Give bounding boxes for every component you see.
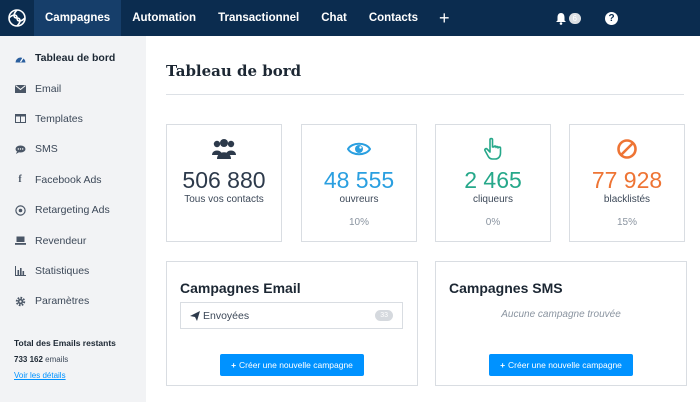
dashboard-icon	[14, 54, 26, 63]
button-label: Créer une nouvelle campagne	[508, 360, 622, 370]
title-divider	[166, 94, 684, 95]
emails-remaining-count: 733 162	[14, 355, 43, 364]
email-campaigns-panel: Campagnes Email Envoyées 33 + Créer une …	[166, 261, 418, 386]
stat-label: ouvreurs	[339, 194, 379, 206]
stat-value: 506 880	[182, 167, 266, 193]
notifications-button[interactable]: 6	[555, 12, 581, 25]
sidebar-item-label: Statistiques	[35, 264, 90, 277]
nav-chat[interactable]: Chat	[310, 0, 358, 36]
sent-label: Envoyées	[203, 309, 250, 322]
stat-percentage: 0%	[485, 217, 501, 229]
eye-icon	[302, 137, 416, 161]
emails-remaining-count-line: 733 162 emails	[14, 355, 116, 364]
emails-remaining-title: Total des Emails restants	[14, 338, 116, 348]
stat-label: blacklistés	[603, 194, 651, 206]
create-sms-campaign-button[interactable]: + Créer une nouvelle campagne	[489, 354, 633, 376]
sidebar-item-label: Templates	[35, 112, 83, 125]
button-label: Créer une nouvelle campagne	[239, 360, 353, 370]
app-logo-icon[interactable]	[0, 0, 34, 36]
view-details-link[interactable]: Voir les détails	[14, 371, 116, 380]
sidebar-item-sms[interactable]: SMS	[0, 134, 146, 164]
sidebar-item-revendeur[interactable]: Revendeur	[0, 225, 146, 255]
target-icon	[14, 204, 26, 216]
facebook-icon: f	[18, 174, 22, 186]
stat-percentage: 10%	[348, 217, 369, 229]
bar-chart-icon	[14, 265, 26, 276]
chat-bubble-icon	[14, 145, 26, 154]
sidebar-item-label: Retargeting Ads	[35, 204, 110, 217]
sidebar-item-statistiques[interactable]: Statistiques	[0, 256, 146, 286]
stat-card-contacts: 506 880 Tous vos contacts	[166, 124, 282, 242]
gear-icon	[14, 296, 26, 307]
help-icon[interactable]: ?	[605, 11, 618, 25]
stat-card-openers: 48 555 ouvreurs 10%	[301, 124, 417, 242]
stat-value: 77 928	[591, 167, 663, 193]
panel-title: Campagnes Email	[180, 280, 301, 296]
nav-campagnes[interactable]: Campagnes	[34, 0, 122, 36]
sms-campaigns-panel: Campagnes SMS Aucune campagne trouvée + …	[435, 261, 687, 386]
columns-icon	[14, 114, 26, 124]
notification-count-badge: 6	[568, 12, 581, 24]
sidebar-item-label: Tableau de bord	[35, 52, 116, 65]
empty-state-text: Aucune campagne trouvée	[501, 309, 621, 320]
stat-label: Tous vos contacts	[184, 194, 264, 206]
nav-transactionnel[interactable]: Transactionnel	[207, 0, 310, 36]
stat-value: 48 555	[323, 167, 395, 193]
create-email-campaign-button[interactable]: + Créer une nouvelle campagne	[220, 354, 364, 376]
sidebar-item-label: Revendeur	[35, 234, 87, 247]
page-title: Tableau de bord	[166, 62, 302, 80]
add-plus-icon[interactable]: +	[429, 0, 460, 36]
top-navigation: Campagnes Automation Transactionnel Chat…	[0, 0, 700, 36]
sidebar-item-email[interactable]: Email	[0, 73, 146, 103]
stat-card-blacklisted: 77 928 blacklistés 15%	[569, 124, 685, 242]
ban-icon	[570, 137, 684, 161]
sent-count-badge: 33	[375, 310, 393, 321]
sidebar-item-label: Email	[35, 82, 62, 95]
sidebar-item-label: Facebook Ads	[35, 173, 102, 186]
stat-percentage: 15%	[616, 217, 637, 229]
emails-remaining-summary: Total des Emails restants 733 162 emails…	[14, 338, 116, 380]
sidebar-item-facebook-ads[interactable]: f Facebook Ads	[0, 165, 146, 195]
stat-card-clickers: 2 465 cliqueurs 0%	[435, 124, 551, 242]
sidebar-item-label: Paramètres	[35, 295, 90, 308]
paper-plane-icon	[190, 310, 200, 321]
nav-right-group: 6 ?	[555, 0, 700, 36]
reseller-icon	[14, 236, 26, 245]
sidebar-item-label: SMS	[35, 143, 58, 156]
main-content: Tableau de bord 506 880 Tous vos contact…	[146, 36, 700, 402]
users-icon	[167, 137, 281, 161]
stat-value: 2 465	[464, 167, 522, 193]
sidebar-item-retargeting-ads[interactable]: Retargeting Ads	[0, 195, 146, 225]
sidebar-item-templates[interactable]: Templates	[0, 104, 146, 134]
nav-automation[interactable]: Automation	[121, 0, 207, 36]
sent-campaigns-row[interactable]: Envoyées 33	[180, 302, 403, 329]
sidebar: Tableau de bord Email Templates SMS f Fa…	[0, 36, 146, 402]
sidebar-item-tableau-de-bord[interactable]: Tableau de bord	[0, 43, 146, 73]
stat-label: cliqueurs	[472, 194, 514, 206]
hand-pointer-icon	[436, 137, 550, 161]
plus-icon: +	[500, 360, 506, 370]
envelope-icon	[14, 84, 26, 93]
plus-icon: +	[231, 360, 237, 370]
panel-title: Campagnes SMS	[449, 280, 563, 296]
emails-remaining-suffix: emails	[45, 355, 69, 364]
bell-icon	[555, 12, 566, 25]
sidebar-item-parametres[interactable]: Paramètres	[0, 286, 146, 316]
nav-contacts[interactable]: Contacts	[358, 0, 429, 36]
